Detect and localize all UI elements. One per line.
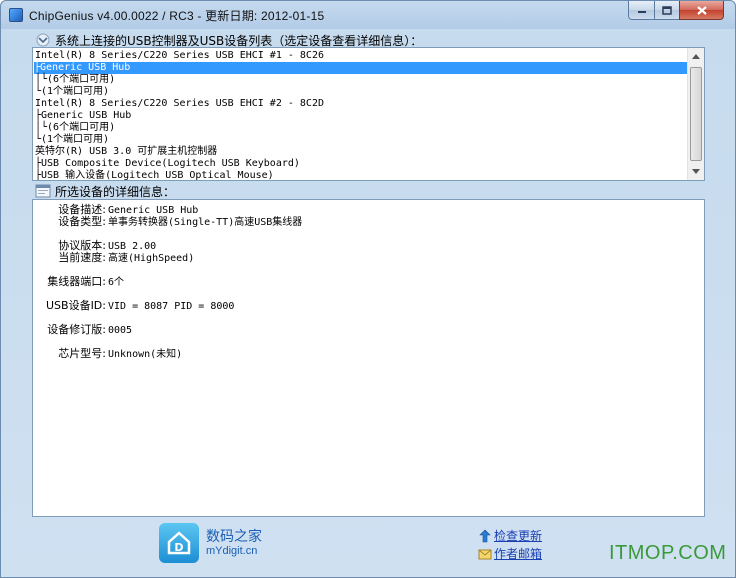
device-list-item[interactable]: ├Generic USB Hub <box>35 110 131 122</box>
scroll-down-button[interactable] <box>688 163 704 180</box>
device-list-item[interactable]: ├USB 输入设备(Logitech USB Optical Mouse) <box>35 170 274 180</box>
brand-name-cn[interactable]: 数码之家 <box>206 526 262 546</box>
device-list-title: 系统上连接的USB控制器及USB设备列表（选定设备查看详细信息）： <box>55 33 423 48</box>
details-title: 所选设备的详细信息： <box>55 184 176 199</box>
device-list-item[interactable]: │└(6个端口可用) <box>35 122 115 134</box>
detail-value[interactable]: 单事务转换器(Single-TT)高速USB集线器 <box>108 217 302 228</box>
device-list-scrollbar[interactable] <box>687 48 704 180</box>
detail-value[interactable]: 6个 <box>108 277 124 288</box>
scroll-up-icon <box>692 54 700 59</box>
scroll-thumb[interactable] <box>690 67 702 161</box>
app-icon <box>9 8 23 22</box>
close-button[interactable] <box>679 1 724 20</box>
detail-row: 集线器端口: 6个 <box>35 275 124 288</box>
detail-label: 设备类型: <box>58 215 106 228</box>
device-list-rows: Intel(R) 8 Series/C220 Series USB EHCI #… <box>33 48 688 180</box>
detail-label: 当前速度: <box>58 251 106 264</box>
detail-row: 设备修订版: 0005 <box>35 323 132 336</box>
watermark-text: ITMOP.COM <box>609 542 727 564</box>
device-list-item[interactable]: └(1个端口可用) <box>35 134 109 146</box>
detail-row: 芯片型号: Unknown(未知) <box>35 347 182 360</box>
author-email-label: 作者邮箱 <box>494 547 543 561</box>
minimize-button[interactable] <box>628 1 655 20</box>
detail-value[interactable]: 0005 <box>108 325 132 336</box>
collapse-chevron-icon <box>36 33 50 47</box>
detail-label: 设备修订版: <box>47 323 106 336</box>
device-list-item[interactable]: 英特尔(R) USB 3.0 可扩展主机控制器 <box>35 146 217 158</box>
detail-value[interactable]: 高速(HighSpeed) <box>108 253 194 264</box>
detail-row: USB设备ID: VID = 8087 PID = 8000 <box>35 299 234 312</box>
scroll-down-icon <box>692 169 700 174</box>
detail-label: 芯片型号: <box>58 347 106 360</box>
detail-value[interactable]: VID = 8087 PID = 8000 <box>108 301 234 312</box>
detail-label: USB设备ID: <box>45 299 106 312</box>
house-d-icon: D <box>167 531 191 555</box>
window-title: ChipGenius v4.00.0022 / RC3 - 更新日期: 2012… <box>29 9 325 23</box>
update-arrow-icon <box>479 529 491 542</box>
device-list-item[interactable]: └(1个端口可用) <box>35 86 109 98</box>
check-update-link[interactable]: 检查更新 <box>478 527 542 544</box>
mydigit-logo-icon[interactable]: D <box>159 523 199 563</box>
details-panel[interactable]: 设备描述: Generic USB Hub 设备类型: 单事务转换器(Single-T… <box>32 199 705 517</box>
brand-name-en[interactable]: mYdigit.cn <box>206 545 257 557</box>
device-list-item[interactable]: │└(6个端口可用) <box>35 74 115 86</box>
device-list-item[interactable]: ├USB Composite Device(Logitech USB Keybo… <box>35 158 300 170</box>
close-icon <box>696 5 707 15</box>
details-header: 所选设备的详细信息： <box>35 183 175 199</box>
device-list-item[interactable]: ├Generic USB Hub <box>34 62 687 74</box>
device-list-header: 系统上连接的USB控制器及USB设备列表（选定设备查看详细信息）： <box>35 32 422 48</box>
maximize-button[interactable] <box>654 1 680 20</box>
device-list[interactable]: Intel(R) 8 Series/C220 Series USB EHCI #… <box>32 47 705 181</box>
mail-icon <box>478 549 492 559</box>
maximize-icon <box>662 5 672 15</box>
svg-text:D: D <box>174 541 183 554</box>
author-email-link[interactable]: 作者邮箱 <box>478 545 542 562</box>
device-list-item[interactable]: Intel(R) 8 Series/C220 Series USB EHCI #… <box>35 98 324 110</box>
detail-value[interactable]: Unknown(未知) <box>108 349 182 360</box>
details-window-icon <box>35 184 51 198</box>
device-list-item[interactable]: Intel(R) 8 Series/C220 Series USB EHCI #… <box>35 50 324 62</box>
detail-row: 设备类型: 单事务转换器(Single-TT)高速USB集线器 <box>35 215 302 228</box>
minimize-icon <box>637 11 646 13</box>
detail-row: 当前速度: 高速(HighSpeed) <box>35 251 194 264</box>
app-window: ChipGenius v4.00.0022 / RC3 - 更新日期: 2012… <box>0 0 736 578</box>
check-update-label: 检查更新 <box>494 529 543 543</box>
detail-label: 集线器端口: <box>47 275 106 288</box>
title-bar[interactable]: ChipGenius v4.00.0022 / RC3 - 更新日期: 2012… <box>1 1 735 29</box>
scroll-up-button[interactable] <box>688 48 704 65</box>
